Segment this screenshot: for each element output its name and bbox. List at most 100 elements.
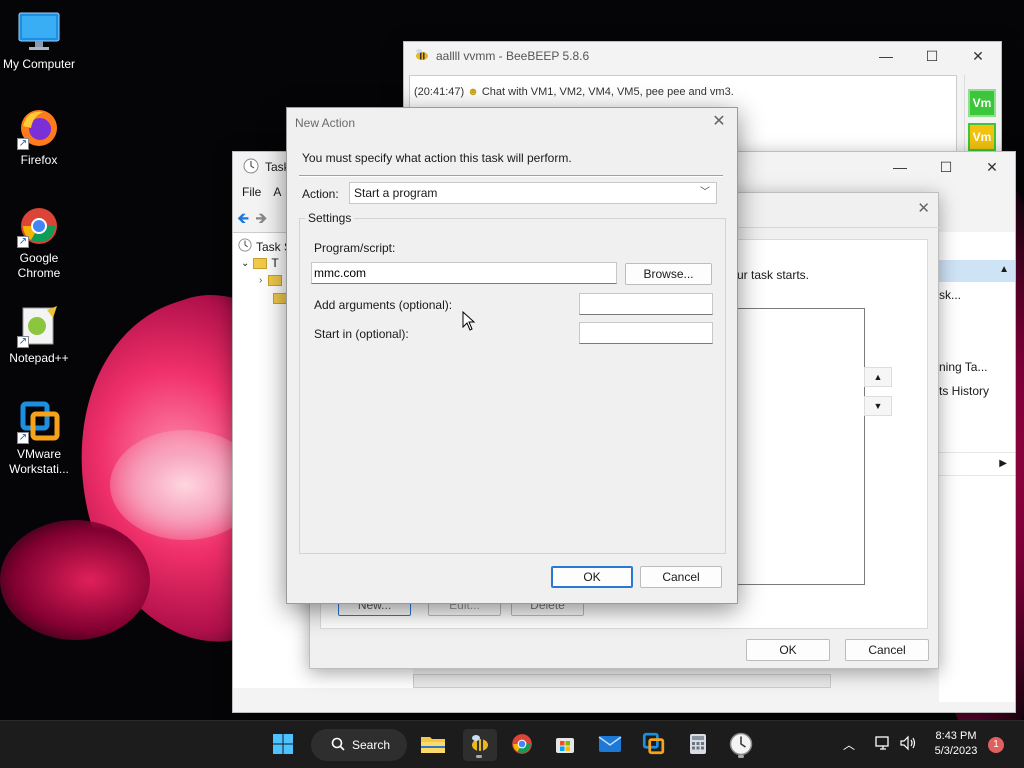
chevron-right-icon: ›	[259, 275, 263, 286]
close-button[interactable]: ✕	[955, 41, 1001, 71]
arguments-input[interactable]	[579, 293, 713, 315]
desktop-icon-label: Notepad++	[9, 351, 69, 365]
calculator-icon	[689, 733, 707, 758]
horizontal-scrollbar[interactable]	[413, 674, 831, 688]
chrome-icon	[510, 732, 534, 759]
taskbar-task-scheduler[interactable]	[725, 729, 757, 761]
close-button[interactable]: ✕	[709, 113, 729, 133]
shortcut-arrow-icon: ↗	[17, 236, 29, 248]
program-input[interactable]	[311, 262, 617, 284]
chat-text: Chat with VM1, VM2, VM4, VM5, pee pee an…	[481, 86, 734, 98]
actions-item[interactable]: ning Ta...	[939, 360, 987, 374]
menu-bar: File A	[242, 185, 281, 199]
start-in-input[interactable]	[579, 322, 713, 344]
start-button[interactable]	[267, 729, 299, 761]
arguments-label: Add arguments (optional):	[314, 298, 453, 312]
taskbar-chrome[interactable]	[506, 729, 538, 761]
user-badge[interactable]: Vm	[968, 123, 996, 151]
firefox-icon: ↗	[17, 106, 61, 150]
taskbar-beebeep[interactable]	[463, 729, 497, 761]
close-icon[interactable]: ✕	[917, 199, 930, 217]
desktop-icon-firefox[interactable]: ↗ Firefox	[0, 106, 78, 168]
shortcut-arrow-icon: ↗	[17, 432, 29, 444]
chevron-down-icon: ▼	[873, 401, 883, 411]
ok-button[interactable]: OK	[746, 639, 830, 661]
group-chat-icon: ☻	[467, 86, 479, 98]
tree-item[interactable]: ›	[259, 275, 283, 286]
vmware-icon: ↗	[17, 400, 61, 444]
action-select[interactable]: Start a program ﹀	[349, 182, 717, 204]
tree-item-label: T	[271, 256, 279, 270]
back-arrow-icon[interactable]: 🡸	[237, 208, 249, 233]
desktop-icon-label: Google Chrome	[17, 251, 61, 280]
bee-icon	[469, 734, 491, 757]
taskbar-calculator[interactable]	[682, 729, 714, 761]
active-indicator	[476, 755, 482, 758]
menu-action[interactable]: A	[273, 185, 281, 199]
actions-hint: ur task starts.	[737, 268, 810, 282]
chevron-up-icon[interactable]: ︿	[843, 736, 855, 753]
actions-item[interactable]: ts History	[939, 384, 989, 398]
clock-icon	[243, 158, 259, 177]
chrome-icon: ↗	[17, 204, 61, 248]
beebeep-titlebar[interactable]: aallll vvmm - BeeBEEP 5.8.6 — ☐ ✕	[404, 42, 1001, 70]
folder-icon[interactable]	[273, 293, 287, 307]
ok-button[interactable]: OK	[551, 566, 633, 588]
forward-arrow-icon[interactable]: 🡺	[255, 208, 267, 233]
desktop-icon-label: My Computer	[2, 57, 76, 71]
chevron-down-icon: ﹀	[700, 187, 710, 198]
move-up-button[interactable]: ▲	[864, 367, 892, 387]
desktop-icon-my-computer[interactable]: My Computer	[0, 10, 78, 72]
browse-button[interactable]: Browse...	[625, 263, 712, 285]
desktop-icon-chrome[interactable]: ↗ Google Chrome	[0, 204, 78, 281]
taskbar-search[interactable]: Search	[311, 729, 407, 761]
menu-file[interactable]: File	[242, 185, 261, 199]
mouse-cursor-icon	[462, 310, 476, 334]
mail-icon	[598, 735, 622, 756]
clock[interactable]: 8:43 PM 5/3/2023	[929, 729, 983, 759]
network-icon[interactable]	[874, 735, 892, 754]
folder-icon	[420, 733, 446, 758]
actions-item[interactable]: sk...	[939, 288, 961, 302]
user-badge[interactable]: Vm	[968, 89, 996, 117]
folder-icon	[268, 275, 283, 286]
divider	[299, 175, 723, 177]
minimize-button[interactable]: —	[863, 41, 909, 71]
notification-badge[interactable]: 1	[988, 737, 1004, 753]
minimize-button[interactable]: —	[877, 152, 923, 182]
taskbar-file-explorer[interactable]	[417, 729, 449, 761]
cancel-button[interactable]: Cancel	[640, 566, 722, 588]
action-label: Action:	[302, 187, 339, 201]
start-in-label: Start in (optional):	[314, 327, 409, 341]
chevron-up-icon: ▲	[873, 372, 883, 382]
clock-time: 8:43 PM	[935, 730, 977, 742]
desktop-icon-label: VMware Workstati...	[9, 447, 69, 476]
bee-icon	[414, 48, 430, 65]
wallpaper-bloom	[0, 520, 150, 640]
window-title: aallll vvmm - BeeBEEP 5.8.6	[436, 49, 590, 63]
maximize-button[interactable]: ☐	[909, 41, 955, 71]
tree-item[interactable]: ⌄ T	[241, 256, 279, 270]
shortcut-arrow-icon: ↗	[17, 138, 29, 150]
shortcut-arrow-icon: ↗	[17, 336, 29, 348]
close-button[interactable]: ✕	[969, 152, 1015, 182]
toolbar: 🡸 🡺	[237, 208, 267, 233]
volume-icon[interactable]	[899, 735, 917, 754]
taskbar-store[interactable]	[549, 729, 581, 761]
cancel-button[interactable]: Cancel	[845, 639, 929, 661]
tree-root[interactable]: Task S	[238, 238, 292, 255]
move-down-button[interactable]: ▼	[864, 396, 892, 416]
clock-icon	[238, 238, 252, 255]
chevron-up-icon: ▲	[999, 264, 1009, 275]
actions-group[interactable]: ▶	[939, 452, 1015, 476]
dialog-message: You must specify what action this task w…	[302, 151, 572, 165]
maximize-button[interactable]: ☐	[923, 152, 969, 182]
taskbar-mail[interactable]	[594, 729, 626, 761]
clock-date: 5/3/2023	[934, 745, 978, 757]
store-icon	[554, 733, 576, 758]
actions-pane: ▲ sk... ning Ta... ts History ▶	[939, 232, 1015, 702]
taskbar-vmware[interactable]	[637, 729, 669, 761]
actions-header[interactable]: ▲	[939, 260, 1015, 282]
desktop-icon-notepadpp[interactable]: ↗ Notepad++	[0, 304, 78, 366]
desktop-icon-vmware[interactable]: ↗ VMware Workstati...	[0, 400, 78, 477]
